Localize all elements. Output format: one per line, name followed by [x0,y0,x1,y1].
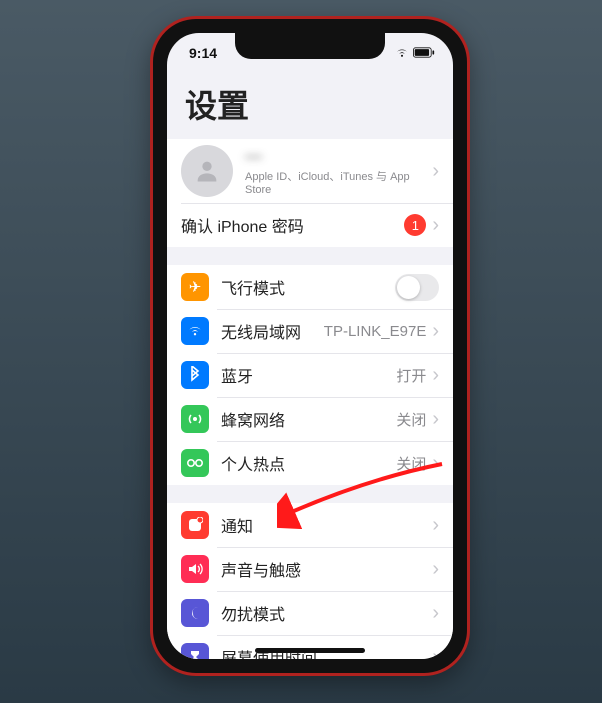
chevron-right-icon: › [432,321,439,341]
chevron-right-icon: › [432,603,439,623]
notifications-icon [181,511,209,539]
sound-icon [181,555,209,583]
badge-count: 1 [404,214,426,236]
cellular-label: 蜂窝网络 [221,407,396,431]
avatar [181,145,233,197]
status-time: 9:14 [189,45,217,61]
apple-id-row[interactable]: — Apple ID、iCloud、iTunes 与 App Store › [167,139,453,203]
bluetooth-row[interactable]: 蓝牙 打开 › [167,353,453,397]
hotspot-value: 关闭 [396,453,426,474]
cellular-row[interactable]: 蜂窝网络 关闭 › [167,397,453,441]
connectivity-group: ✈ 飞行模式 无线局域网 TP-LINK_E97E › [167,265,453,485]
dnd-label: 勿扰模式 [221,601,432,625]
wifi-icon [181,317,209,345]
notifications-row[interactable]: 通知 › [167,503,453,547]
notch [235,33,385,59]
wifi-label: 无线局域网 [221,319,324,343]
screen-time-row[interactable]: 屏幕使用时间 › [167,635,453,659]
account-subtitle: Apple ID、iCloud、iTunes 与 App Store [245,168,432,196]
sounds-haptics-row[interactable]: 声音与触感 › [167,547,453,591]
page-title: 设置 [167,73,453,139]
airplane-toggle[interactable] [395,274,439,301]
battery-icon [413,45,435,61]
chevron-right-icon: › [432,515,439,535]
chevron-right-icon: › [432,215,439,235]
screen-time-icon [181,643,209,659]
home-indicator[interactable] [255,648,365,653]
chevron-right-icon: › [432,453,439,473]
hotspot-label: 个人热点 [221,451,396,475]
screen: 9:14 设置 [167,33,453,659]
wifi-status-icon [395,45,409,61]
account-name: — [245,146,432,166]
wifi-value: TP-LINK_E97E [324,323,427,340]
cellular-icon [181,405,209,433]
confirm-passcode-row[interactable]: 确认 iPhone 密码 1 › [167,203,453,247]
airplane-mode-row[interactable]: ✈ 飞行模式 [167,265,453,309]
hotspot-row[interactable]: 个人热点 关闭 › [167,441,453,485]
alerts-group: 通知 › 声音与触感 › 勿扰模式 [167,503,453,659]
airplane-label: 飞行模式 [221,275,395,299]
dnd-icon [181,599,209,627]
chevron-right-icon: › [432,409,439,429]
chevron-right-icon: › [432,161,439,181]
account-group: — Apple ID、iCloud、iTunes 与 App Store › 确… [167,139,453,247]
chevron-right-icon: › [432,647,439,659]
phone-frame: 9:14 设置 [150,16,470,676]
bluetooth-label: 蓝牙 [221,363,396,387]
chevron-right-icon: › [432,559,439,579]
notifications-label: 通知 [221,513,432,537]
dnd-row[interactable]: 勿扰模式 › [167,591,453,635]
chevron-right-icon: › [432,365,439,385]
wifi-row[interactable]: 无线局域网 TP-LINK_E97E › [167,309,453,353]
sounds-label: 声音与触感 [221,557,432,581]
cellular-value: 关闭 [396,409,426,430]
hotspot-icon [181,449,209,477]
airplane-icon: ✈ [181,273,209,301]
confirm-passcode-label: 确认 iPhone 密码 [181,213,404,237]
bluetooth-value: 打开 [396,365,426,386]
bluetooth-icon [181,361,209,389]
